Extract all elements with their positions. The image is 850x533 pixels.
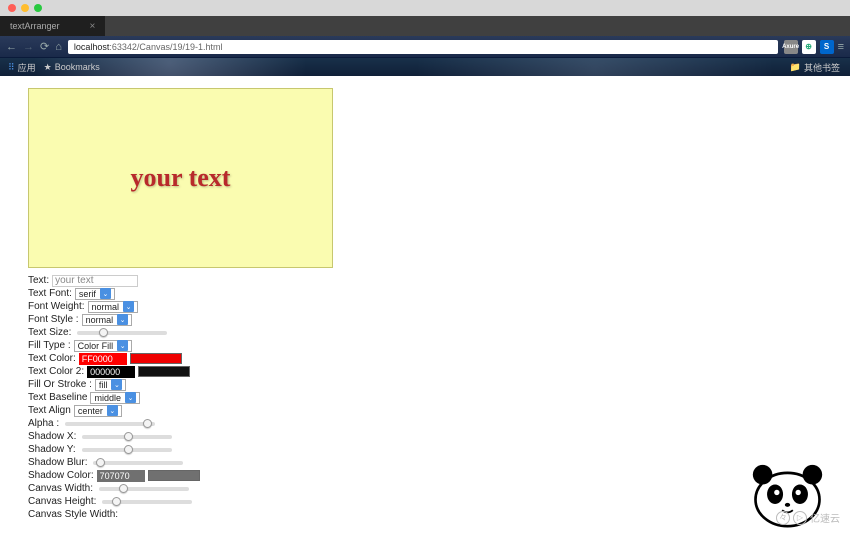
shadowy-slider[interactable] — [82, 448, 172, 452]
back-icon[interactable]: ← — [6, 41, 17, 53]
url-input[interactable]: localhost:63342/Canvas/19/19-1.html — [68, 40, 778, 54]
close-tab-icon[interactable]: × — [90, 21, 96, 32]
browser-address-bar: ← → ⟳ ⌂ localhost:63342/Canvas/19/19-1.h… — [0, 36, 850, 58]
canvaswidth-slider[interactable] — [99, 487, 189, 491]
home-icon[interactable]: ⌂ — [55, 41, 62, 53]
align-select[interactable]: center⌄ — [74, 405, 122, 417]
canvasheight-label: Canvas Height: — [28, 496, 96, 507]
chevron-down-icon: ⌄ — [111, 379, 122, 390]
font-label: Text Font: — [28, 288, 72, 299]
baseline-label: Text Baseline — [28, 392, 87, 403]
chevron-down-icon: ⌄ — [123, 301, 134, 312]
controls-panel: Text: Text Font:serif⌄ Font Weight:norma… — [28, 274, 822, 521]
shadowcolor-label: Shadow Color: — [28, 470, 94, 481]
filltype-select[interactable]: Color Fill⌄ — [74, 340, 133, 352]
baseline-select[interactable]: middle⌄ — [90, 392, 140, 404]
shadowblur-label: Shadow Blur: — [28, 457, 87, 468]
canvas-text: your text — [131, 163, 231, 193]
extension-icon[interactable]: ⊕ — [802, 40, 816, 54]
canvas-preview: your text — [28, 88, 333, 268]
text-label: Text: — [28, 275, 49, 286]
browser-tab-bar: textArranger × — [0, 16, 850, 36]
style-select[interactable]: normal⌄ — [82, 314, 133, 326]
weight-select[interactable]: normal⌄ — [88, 301, 139, 313]
weight-label: Font Weight: — [28, 301, 85, 312]
canvasheight-slider[interactable] — [102, 500, 192, 504]
url-host: localhost — [74, 42, 110, 52]
extension-axure-icon[interactable]: Axure — [784, 40, 798, 54]
shadowx-label: Shadow X: — [28, 431, 76, 442]
shadowy-label: Shadow Y: — [28, 444, 76, 455]
color-input[interactable]: FF0000 — [79, 353, 127, 365]
shadowblur-slider[interactable] — [93, 461, 183, 465]
extension-icons: Axure ⊕ S ≡ — [784, 40, 844, 54]
canvaswidth-label: Canvas Width: — [28, 483, 93, 494]
color-label: Text Color: — [28, 353, 76, 364]
reload-icon[interactable]: ⟳ — [40, 40, 49, 53]
size-slider[interactable] — [77, 331, 167, 335]
color-swatch — [130, 353, 182, 364]
filltype-label: Fill Type : — [28, 340, 71, 351]
macos-window-controls — [0, 0, 850, 16]
bookmark-bar: ⠿应用 ★Bookmarks 📁其他书签 — [0, 58, 850, 76]
text-input[interactable] — [52, 275, 138, 287]
forward-icon[interactable]: → — [23, 41, 34, 53]
other-bookmarks[interactable]: 📁其他书签 — [790, 61, 840, 74]
alpha-slider[interactable] — [65, 422, 155, 426]
font-select[interactable]: serif⌄ — [75, 288, 115, 300]
size-label: Text Size: — [28, 327, 71, 338]
fos-select[interactable]: fill⌄ — [95, 379, 127, 391]
style-label: Font Style : — [28, 314, 79, 325]
close-window-icon[interactable] — [8, 4, 16, 12]
chevron-down-icon: ⌄ — [125, 392, 136, 403]
align-label: Text Align — [28, 405, 71, 416]
color2-swatch — [138, 366, 190, 377]
chevron-down-icon: ⌄ — [117, 314, 128, 325]
chevron-down-icon: ⌄ — [107, 405, 118, 416]
page-content: your text Text: Text Font:serif⌄ Font We… — [0, 76, 850, 533]
browser-tab[interactable]: textArranger × — [0, 16, 105, 36]
chevron-down-icon: ⌄ — [117, 340, 128, 351]
fos-label: Fill Or Stroke : — [28, 379, 92, 390]
shadowx-slider[interactable] — [82, 435, 172, 439]
canvasstylewidth-label: Canvas Style Width: — [28, 509, 118, 520]
alpha-label: Alpha : — [28, 418, 59, 429]
chevron-down-icon: ⌄ — [100, 288, 111, 299]
menu-icon[interactable]: ≡ — [838, 41, 844, 53]
apps-shortcut[interactable]: ⠿应用 — [8, 61, 36, 74]
bookmark-item[interactable]: ★Bookmarks — [44, 62, 100, 73]
maximize-window-icon[interactable] — [34, 4, 42, 12]
shadowcolor-swatch — [148, 470, 200, 481]
minimize-window-icon[interactable] — [21, 4, 29, 12]
tab-title: textArranger — [10, 21, 60, 31]
color2-input[interactable]: 000000 — [87, 366, 135, 378]
extension-s-icon[interactable]: S — [820, 40, 834, 54]
url-path: :63342/Canvas/19/19-1.html — [109, 42, 222, 52]
color2-label: Text Color 2: — [28, 366, 84, 377]
shadowcolor-input[interactable]: 707070 — [97, 470, 145, 482]
watermark: 々▷ 亿速云 — [776, 510, 840, 525]
